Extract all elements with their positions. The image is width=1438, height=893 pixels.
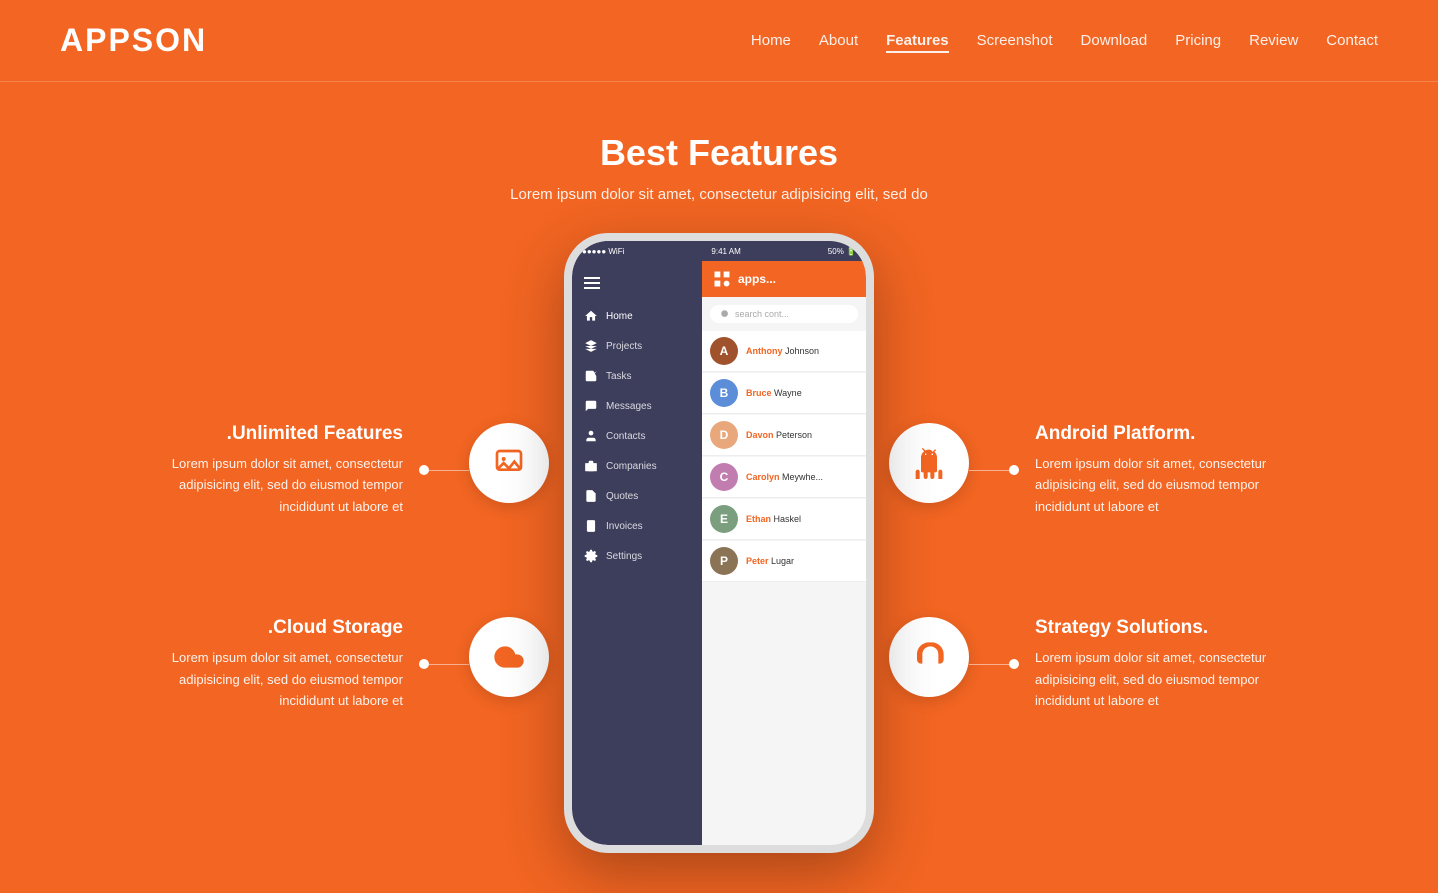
- nav-item-features[interactable]: Features: [886, 32, 949, 50]
- nav-item-home[interactable]: Home: [751, 32, 791, 50]
- feature-strategy-line: [969, 664, 1009, 665]
- sidebar-item-contacts[interactable]: Contacts: [572, 421, 702, 451]
- feature-cloud-text: .Cloud Storage Lorem ipsum dolor sit ame…: [159, 617, 403, 711]
- section-header: Best Features Lorem ipsum dolor sit amet…: [0, 82, 1438, 223]
- phone-status-bar: ●●●●● WiFi 9:41 AM 50% 🔋: [572, 241, 866, 261]
- phone-screen: ●●●●● WiFi 9:41 AM 50% 🔋 Home: [572, 241, 866, 845]
- feature-cloud-title: .Cloud Storage: [159, 617, 403, 639]
- feature-strategy-icon: [889, 617, 969, 697]
- feature-unlimited-icon: [469, 423, 549, 503]
- search-placeholder: search cont...: [735, 309, 789, 319]
- phone-mockup: ●●●●● WiFi 9:41 AM 50% 🔋 Home: [549, 223, 889, 853]
- avatar-anthony: A: [710, 337, 738, 365]
- contacts-list: A Anthony Johnson B Bruce Wayne: [702, 331, 866, 583]
- nav-item-pricing[interactable]: Pricing: [1175, 32, 1221, 50]
- status-dots: ●●●●● WiFi: [582, 247, 624, 256]
- sidebar-item-companies[interactable]: Companies: [572, 451, 702, 481]
- sidebar-item-messages[interactable]: Messages: [572, 391, 702, 421]
- feature-cloud-desc: Lorem ipsum dolor sit amet, consectetur …: [159, 647, 403, 711]
- phone-search-bar[interactable]: search cont...: [710, 305, 858, 323]
- feature-unlimited-text: .Unlimited Features Lorem ipsum dolor si…: [159, 423, 403, 517]
- contact-name-anthony: Anthony Johnson: [746, 346, 819, 356]
- contact-row-carolyn: C Carolyn Meywhe...: [702, 457, 866, 498]
- sidebar-item-projects[interactable]: Projects: [572, 331, 702, 361]
- avatar-peter: P: [710, 547, 738, 575]
- feature-android-desc: Lorem ipsum dolor sit amet, consectetur …: [1035, 453, 1279, 517]
- sidebar-hamburger: [572, 269, 702, 297]
- contact-row-bruce: B Bruce Wayne: [702, 373, 866, 414]
- phone-app-header: apps...: [702, 261, 866, 297]
- feature-cloud-icon: [469, 617, 549, 697]
- app-name-label: apps...: [738, 272, 776, 286]
- avatar-bruce: B: [710, 379, 738, 407]
- section-title: Best Features: [20, 132, 1418, 174]
- status-time: 9:41 AM: [711, 247, 740, 256]
- contact-name-carolyn: Carolyn Meywhe...: [746, 472, 823, 482]
- phone-main-content: apps... search cont... A Anthony J: [702, 241, 866, 845]
- feature-cloud: .Cloud Storage Lorem ipsum dolor sit ame…: [159, 617, 549, 711]
- sidebar-item-quotes[interactable]: Quotes: [572, 481, 702, 511]
- sidebar-item-settings[interactable]: Settings: [572, 541, 702, 571]
- feature-strategy-title: Strategy Solutions.: [1035, 617, 1279, 639]
- navbar: APPSON Home About Features Screenshot Do…: [0, 0, 1438, 82]
- brand-logo: APPSON: [60, 22, 207, 59]
- contact-row-anthony: A Anthony Johnson: [702, 331, 866, 372]
- left-features: .Unlimited Features Lorem ipsum dolor si…: [159, 223, 549, 712]
- feature-android-dot: [1009, 465, 1019, 475]
- feature-unlimited: .Unlimited Features Lorem ipsum dolor si…: [159, 423, 549, 517]
- feature-android-text: Android Platform. Lorem ipsum dolor sit …: [1035, 423, 1279, 517]
- contact-name-peter: Peter Lugar: [746, 556, 794, 566]
- section-subtitle: Lorem ipsum dolor sit amet, consectetur …: [20, 186, 1418, 203]
- nav-item-screenshot[interactable]: Screenshot: [977, 32, 1053, 50]
- feature-strategy-desc: Lorem ipsum dolor sit amet, consectetur …: [1035, 647, 1279, 711]
- avatar-davon: D: [710, 421, 738, 449]
- status-battery: 50% 🔋: [828, 247, 856, 256]
- contact-name-davon: Davon Peterson: [746, 430, 812, 440]
- avatar-carolyn: C: [710, 463, 738, 491]
- nav-item-about[interactable]: About: [819, 32, 858, 50]
- feature-strategy-dot: [1009, 659, 1019, 669]
- sidebar-item-invoices[interactable]: Invoices: [572, 511, 702, 541]
- sidebar-item-home[interactable]: Home: [572, 301, 702, 331]
- contact-row-peter: P Peter Lugar: [702, 541, 866, 582]
- sidebar-item-tasks[interactable]: Tasks: [572, 361, 702, 391]
- feature-android-title: Android Platform.: [1035, 423, 1279, 445]
- feature-android-icon: [889, 423, 969, 503]
- feature-unlimited-line: [429, 470, 469, 471]
- feature-android-line: [969, 470, 1009, 471]
- feature-cloud-dot: [419, 659, 429, 669]
- nav-item-review[interactable]: Review: [1249, 32, 1298, 50]
- contact-row-ethan: E Ethan Haskel: [702, 499, 866, 540]
- phone-outer: ●●●●● WiFi 9:41 AM 50% 🔋 Home: [564, 233, 874, 853]
- feature-strategy: Strategy Solutions. Lorem ipsum dolor si…: [889, 617, 1279, 711]
- contact-name-bruce: Bruce Wayne: [746, 388, 802, 398]
- contact-row-davon: D Davon Peterson: [702, 415, 866, 456]
- nav-item-contact[interactable]: Contact: [1326, 32, 1378, 50]
- feature-strategy-text: Strategy Solutions. Lorem ipsum dolor si…: [1035, 617, 1279, 711]
- feature-unlimited-title: .Unlimited Features: [159, 423, 403, 445]
- phone-sidebar: Home Projects Tasks Messages: [572, 241, 702, 845]
- nav-item-download[interactable]: Download: [1081, 32, 1148, 50]
- avatar-ethan: E: [710, 505, 738, 533]
- contact-name-ethan: Ethan Haskel: [746, 514, 801, 524]
- feature-unlimited-dot: [419, 465, 429, 475]
- feature-unlimited-desc: Lorem ipsum dolor sit amet, consectetur …: [159, 453, 403, 517]
- features-section: .Unlimited Features Lorem ipsum dolor si…: [0, 223, 1438, 893]
- right-features: Android Platform. Lorem ipsum dolor sit …: [889, 223, 1279, 712]
- nav-menu: Home About Features Screenshot Download …: [751, 32, 1378, 50]
- feature-android: Android Platform. Lorem ipsum dolor sit …: [889, 423, 1279, 517]
- feature-cloud-line: [429, 664, 469, 665]
